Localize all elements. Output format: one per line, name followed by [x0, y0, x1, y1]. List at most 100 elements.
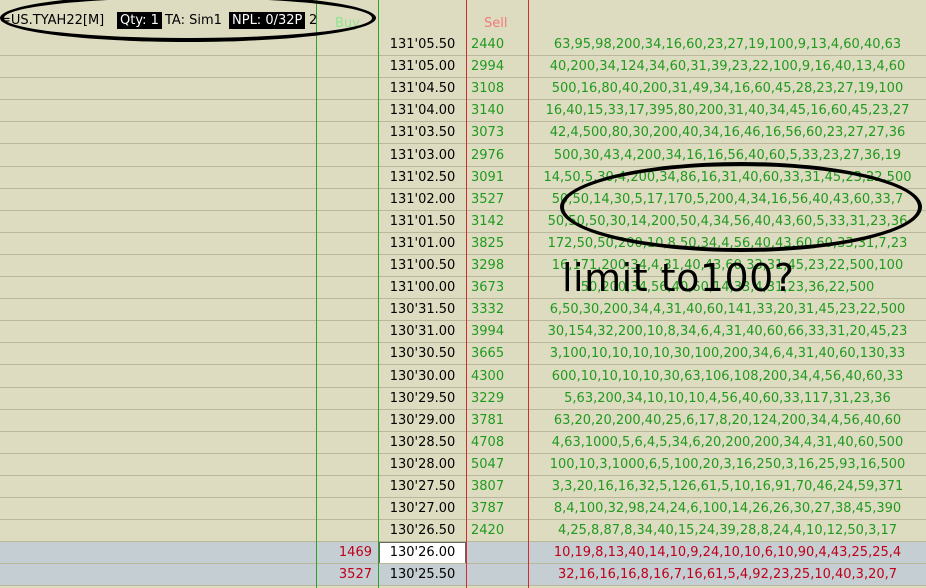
ladder-row[interactable]: 130'27.50 3807 3,3,20,16,16,32,5,126,61,5,…	[0, 476, 926, 498]
price-cell[interactable]: 131'02.00	[379, 189, 466, 211]
buy-cell[interactable]: 1469	[317, 542, 378, 564]
price-cell[interactable]: 131'02.50	[379, 167, 466, 189]
buy-cell[interactable]	[317, 211, 378, 233]
sell-cell[interactable]: 3073	[467, 122, 528, 144]
buy-cell[interactable]	[317, 34, 378, 56]
left-blank-cell	[0, 454, 316, 476]
sell-cell[interactable]: 3673	[467, 277, 528, 299]
buy-cell[interactable]	[317, 255, 378, 277]
sell-cell[interactable]: 2976	[467, 145, 528, 167]
depth-cell: 42,4,500,80,30,200,40,34,16,46,16,56,60,…	[549, 125, 906, 140]
buy-cell[interactable]	[317, 100, 378, 122]
sell-cell[interactable]: 2420	[467, 520, 528, 542]
ladder-row[interactable]: 1469 130'26.00 10,19,8,13,40,14,10,9,24,10…	[0, 542, 926, 564]
buy-cell[interactable]	[317, 476, 378, 498]
ladder-row[interactable]: 131'03.50 3073 42,4,500,80,30,200,40,34,16…	[0, 122, 926, 144]
sell-cell[interactable]: 4708	[467, 432, 528, 454]
buy-cell[interactable]	[317, 432, 378, 454]
ladder-row[interactable]: 130'30.50 3665 3,100,10,10,10,10,30,100,20…	[0, 343, 926, 365]
left-blank-cell	[0, 255, 316, 277]
ladder-row[interactable]: 130'31.00 3994 30,154,32,200,10,8,34,6,4,3…	[0, 321, 926, 343]
buy-cell[interactable]: 3527	[317, 564, 378, 586]
sell-cell[interactable]: 3298	[467, 255, 528, 277]
sell-cell[interactable]: 3142	[467, 211, 528, 233]
price-cell[interactable]: 130'30.00	[379, 366, 466, 388]
price-cell[interactable]: 130'25.50	[379, 564, 466, 586]
price-cell[interactable]: 130'28.00	[379, 454, 466, 476]
sell-cell[interactable]: 3527	[467, 189, 528, 211]
ladder-row[interactable]: 130'31.50 3332 6,50,30,200,34,4,31,40,60,1…	[0, 299, 926, 321]
sell-cell[interactable]: 3994	[467, 321, 528, 343]
buy-cell[interactable]	[317, 388, 378, 410]
price-cell[interactable]: 131'01.50	[379, 211, 466, 233]
ladder-row[interactable]: 3527 130'25.50 32,16,16,16,8,16,7,16,61,5,…	[0, 564, 926, 586]
buy-cell[interactable]	[317, 520, 378, 542]
sell-cell[interactable]: 3140	[467, 100, 528, 122]
price-cell[interactable]: 130'27.00	[379, 498, 466, 520]
price-cell[interactable]: 131'00.00	[379, 277, 466, 299]
price-cell[interactable]: 131'04.50	[379, 78, 466, 100]
ladder-row[interactable]: 130'27.00 3787 8,4,100,32,98,24,24,6,100,1…	[0, 498, 926, 520]
sell-cell[interactable]	[467, 542, 528, 564]
price-cell[interactable]: 131'01.00	[379, 233, 466, 255]
price-cell[interactable]: 131'03.50	[379, 122, 466, 144]
left-blank-cell	[0, 498, 316, 520]
buy-cell[interactable]	[317, 189, 378, 211]
price-cell[interactable]: 131'05.50	[379, 34, 466, 56]
row-divider	[0, 364, 926, 365]
price-cell[interactable]: 130'28.50	[379, 432, 466, 454]
depth-column-border	[528, 0, 529, 588]
price-cell[interactable]: 130'31.00	[379, 321, 466, 343]
depth-cell: 100,10,3,1000,6,5,100,20,3,16,250,3,16,2…	[549, 457, 906, 472]
price-cell[interactable]: 130'27.50	[379, 476, 466, 498]
ladder-row[interactable]: 130'28.50 4708 4,63,1000,5,6,4,5,34,6,20,2…	[0, 432, 926, 454]
price-cell[interactable]: 131'05.00	[379, 56, 466, 78]
buy-cell[interactable]	[317, 56, 378, 78]
price-cell[interactable]: 130'26.50	[379, 520, 466, 542]
sell-cell[interactable]: 3332	[467, 299, 528, 321]
sell-cell[interactable]: 2440	[467, 34, 528, 56]
price-cell[interactable]: 130'29.50	[379, 388, 466, 410]
sell-cell[interactable]: 3781	[467, 410, 528, 432]
sell-cell[interactable]: 4300	[467, 366, 528, 388]
ladder-row[interactable]: 130'28.00 5047 100,10,3,1000,6,5,100,20,3,…	[0, 454, 926, 476]
ladder-row[interactable]: 130'26.50 2420 4,25,8,87,8,34,40,15,24,39,…	[0, 520, 926, 542]
ladder-row[interactable]: 130'29.50 3229 5,63,200,34,10,10,10,4,56,4…	[0, 388, 926, 410]
price-cell[interactable]: 130'29.00	[379, 410, 466, 432]
buy-cell[interactable]	[317, 233, 378, 255]
buy-cell[interactable]	[317, 145, 378, 167]
price-cell[interactable]: 131'03.00	[379, 145, 466, 167]
sell-cell[interactable]: 3229	[467, 388, 528, 410]
buy-cell[interactable]	[317, 167, 378, 189]
sell-cell[interactable]: 2994	[467, 56, 528, 78]
sell-cell[interactable]: 3108	[467, 78, 528, 100]
sell-cell[interactable]: 3665	[467, 343, 528, 365]
buy-cell[interactable]	[317, 321, 378, 343]
ladder-row[interactable]: 131'04.00 3140 16,40,15,33,17,395,80,200,3…	[0, 100, 926, 122]
sell-cell[interactable]	[467, 564, 528, 586]
buy-cell[interactable]	[317, 122, 378, 144]
sell-cell[interactable]: 3787	[467, 498, 528, 520]
ladder-row[interactable]: 131'04.50 3108 500,16,80,40,200,31,49,34,1…	[0, 78, 926, 100]
price-cell[interactable]: 131'00.50	[379, 255, 466, 277]
price-cell[interactable]: 130'26.00	[379, 542, 466, 564]
price-cell[interactable]: 131'04.00	[379, 100, 466, 122]
sell-cell[interactable]: 3091	[467, 167, 528, 189]
ladder-row[interactable]: 130'30.00 4300 600,10,10,10,10,30,63,106,1…	[0, 366, 926, 388]
price-cell[interactable]: 130'31.50	[379, 299, 466, 321]
ladder-row[interactable]: 131'05.00 2994 40,200,34,124,34,60,31,39,2…	[0, 56, 926, 78]
buy-cell[interactable]	[317, 498, 378, 520]
buy-cell[interactable]	[317, 299, 378, 321]
buy-cell[interactable]	[317, 454, 378, 476]
buy-cell[interactable]	[317, 78, 378, 100]
buy-cell[interactable]	[317, 366, 378, 388]
buy-cell[interactable]	[317, 410, 378, 432]
sell-cell[interactable]: 3807	[467, 476, 528, 498]
buy-cell[interactable]	[317, 343, 378, 365]
left-blank-cell	[0, 343, 316, 365]
sell-cell[interactable]: 5047	[467, 454, 528, 476]
sell-cell[interactable]: 3825	[467, 233, 528, 255]
ladder-row[interactable]: 130'29.00 3781 63,20,20,200,40,25,6,17,8,2…	[0, 410, 926, 432]
buy-cell[interactable]	[317, 277, 378, 299]
price-cell[interactable]: 130'30.50	[379, 343, 466, 365]
